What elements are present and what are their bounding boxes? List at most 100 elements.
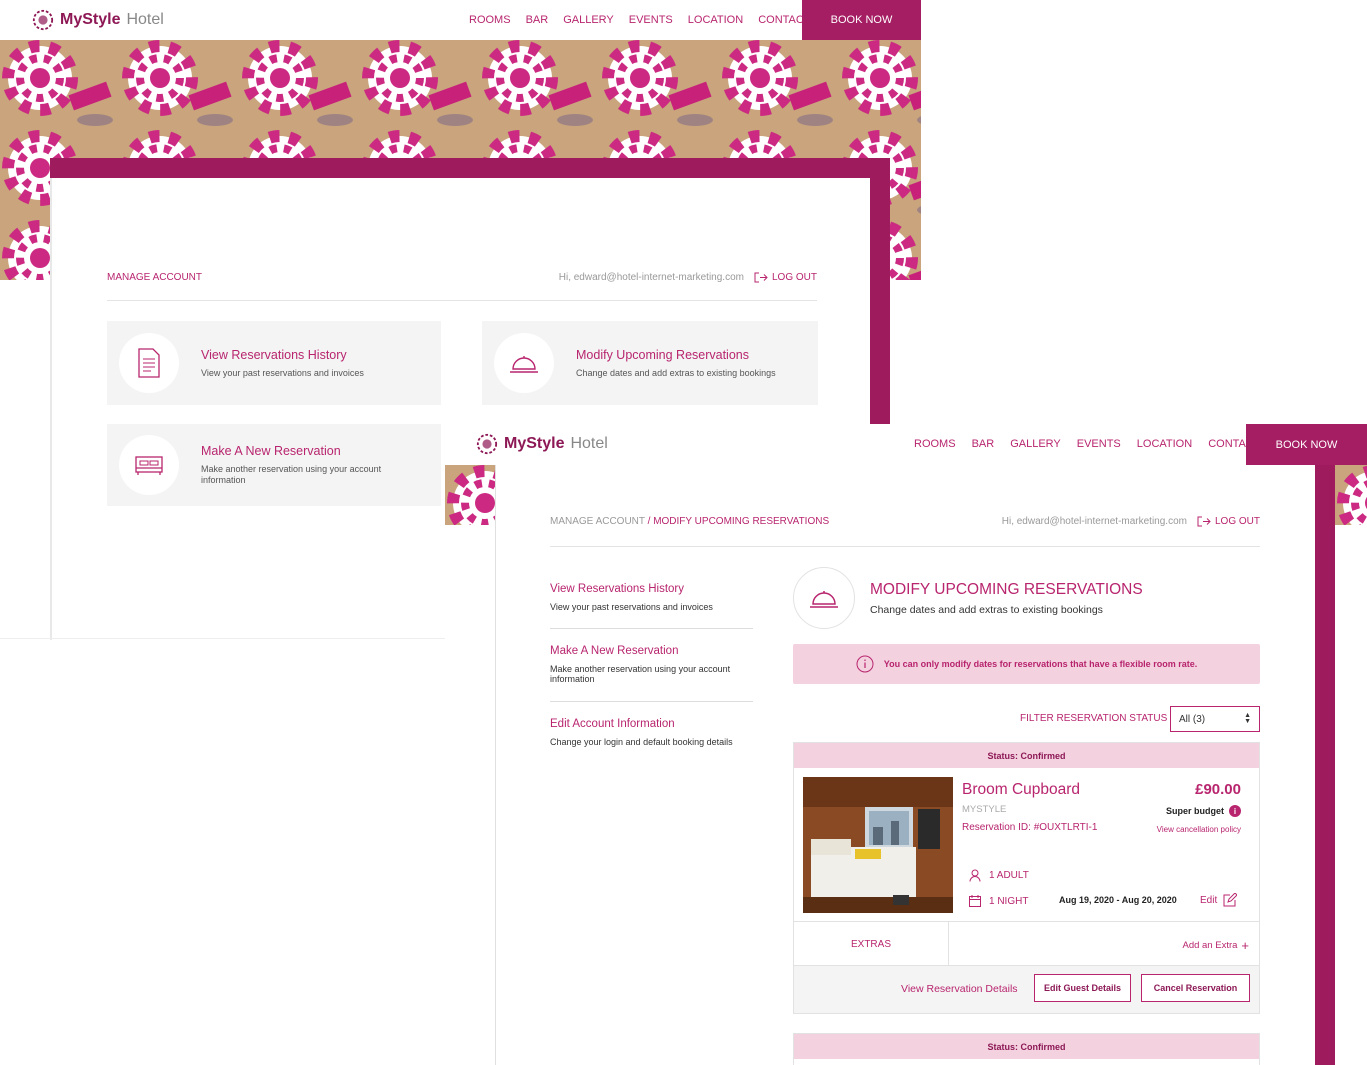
sidebar-item-description: View your past reservations and invoices xyxy=(550,602,713,612)
hotel-logo[interactable]: MyStyle Hotel xyxy=(32,9,164,31)
nav-gallery[interactable]: GALLERY xyxy=(563,14,614,26)
filter-status-select[interactable]: All (3) ▲ ▼ xyxy=(1170,706,1260,732)
hotel-logo[interactable]: MyStyle Hotel xyxy=(476,433,608,455)
nav-bar[interactable]: BAR xyxy=(972,438,995,450)
night-count: 1 NIGHT xyxy=(989,895,1029,907)
sidebar-item-title: Edit Account Information xyxy=(550,718,675,730)
nav-rooms[interactable]: ROOMS xyxy=(469,14,511,26)
edit-guest-button[interactable]: Edit Guest Details xyxy=(1034,974,1131,1002)
card-description: Change dates and add extras to existing … xyxy=(576,367,776,378)
sidebar-item-edit-account[interactable]: Edit Account Information Change your log… xyxy=(550,718,753,747)
extras-label: EXTRAS xyxy=(794,922,949,966)
person-icon xyxy=(969,869,981,882)
card-modify-reservations[interactable]: Modify Upcoming Reservations Change date… xyxy=(482,321,818,405)
brand-name: MyStyle xyxy=(504,435,565,452)
cancel-reservation-button[interactable]: Cancel Reservation xyxy=(1141,974,1250,1002)
frame-accent-right xyxy=(870,158,890,428)
user-greeting: Hi, edward@hotel-internet-marketing.com xyxy=(1001,516,1187,527)
breadcrumb-root[interactable]: MANAGE ACCOUNT xyxy=(550,516,645,527)
status-badge: Status: Confirmed xyxy=(794,743,1259,768)
logout-label: LOG OUT xyxy=(1214,516,1260,527)
nav-gallery[interactable]: GALLERY xyxy=(1010,438,1061,450)
card-view-history[interactable]: View Reservations History View your past… xyxy=(107,321,441,405)
book-now-button[interactable]: BOOK NOW xyxy=(802,0,921,40)
nav-events[interactable]: EVENTS xyxy=(1077,438,1121,450)
hotel-name: MYSTYLE xyxy=(962,804,1007,815)
logout-link[interactable]: LOG OUT xyxy=(754,272,817,283)
brand-suffix: Hotel xyxy=(570,435,608,452)
info-icon[interactable]: i xyxy=(1229,805,1241,817)
nav-rooms[interactable]: ROOMS xyxy=(914,438,956,450)
stay-dates: Aug 19, 2020 - Aug 20, 2020 xyxy=(1059,895,1177,905)
mandala-logo-icon xyxy=(476,433,498,455)
top-nav: MyStyle Hotel ROOMS BAR GALLERY EVENTS L… xyxy=(0,0,921,40)
room-name: Broom Cupboard xyxy=(962,781,1081,798)
reservation-id: Reservation ID: #OUXTLRTI-1 xyxy=(962,822,1098,833)
nights-row: 1 NIGHT xyxy=(969,895,1028,907)
view-details-link[interactable]: View Reservation Details xyxy=(901,983,1018,995)
flexible-rate-notice: You can only modify dates for reservatio… xyxy=(793,644,1260,684)
breadcrumb-separator: / xyxy=(644,516,654,527)
info-icon xyxy=(856,655,874,673)
nav-links: ROOMS BAR GALLERY EVENTS LOCATION CONTAC… xyxy=(469,14,811,26)
calendar-icon xyxy=(969,895,981,907)
hero-beach-image xyxy=(445,465,495,525)
sidebar-item-description: Change your login and default booking de… xyxy=(550,737,733,747)
sidebar-item-history[interactable]: View Reservations History View your past… xyxy=(550,583,753,612)
sidebar-item-title: Make A New Reservation xyxy=(550,645,679,657)
logout-link[interactable]: LOG OUT xyxy=(1197,516,1260,527)
service-bell-icon xyxy=(510,356,538,373)
page-title: MANAGE ACCOUNT xyxy=(107,272,203,283)
breadcrumb: MANAGE ACCOUNT / MODIFY UPCOMING RESERVA… xyxy=(550,516,829,527)
guest-count: 1 ADULT xyxy=(989,870,1029,881)
divider xyxy=(0,638,445,639)
brand-name: MyStyle xyxy=(60,11,121,28)
card-new-reservation[interactable]: Make A New Reservation Make another rese… xyxy=(107,424,441,506)
card-title: Make A New Reservation xyxy=(201,444,341,459)
card-title: View Reservations History xyxy=(201,347,347,362)
reservation-card: Status: Confirmed xyxy=(793,1033,1260,1065)
card-description: View your past reservations and invoices xyxy=(201,367,364,378)
nav-bar[interactable]: BAR xyxy=(526,14,549,26)
nav-location[interactable]: LOCATION xyxy=(688,14,743,26)
divider xyxy=(550,701,753,702)
section-icon xyxy=(793,567,855,629)
logout-label: LOG OUT xyxy=(771,272,817,283)
edit-dates-button[interactable]: Edit xyxy=(1200,893,1238,907)
account-bar: MANAGE ACCOUNT / MODIFY UPCOMING RESERVA… xyxy=(550,516,1260,527)
cancellation-policy-link[interactable]: View cancellation policy xyxy=(1157,825,1241,834)
book-now-button[interactable]: BOOK NOW xyxy=(1246,424,1367,465)
card-description: Make another reservation using your acco… xyxy=(201,464,382,485)
frame-accent-top xyxy=(50,158,890,178)
reservation-card: Status: Confirmed Broom Cupboard MYSTYLE… xyxy=(793,742,1260,1014)
filter-status-value: All (3) xyxy=(1179,713,1206,725)
top-nav: MyStyle Hotel ROOMS BAR GALLERY EVENTS L… xyxy=(445,424,1367,465)
section-title: MODIFY UPCOMING RESERVATIONS xyxy=(870,581,1143,598)
edit-label: Edit xyxy=(1200,894,1218,906)
room-price: £90.00 xyxy=(1195,781,1241,798)
bed-icon xyxy=(135,456,163,475)
room-photo xyxy=(803,777,953,913)
notice-text: You can only modify dates for reservatio… xyxy=(883,659,1198,669)
sidebar-item-new-reservation[interactable]: Make A New Reservation Make another rese… xyxy=(550,645,753,685)
nav-location[interactable]: LOCATION xyxy=(1137,438,1192,450)
nav-events[interactable]: EVENTS xyxy=(629,14,673,26)
frame-accent-right xyxy=(1315,465,1335,1065)
sidebar-item-title: View Reservations History xyxy=(550,583,685,595)
brand-suffix: Hotel xyxy=(126,11,164,28)
card-title: Modify Upcoming Reservations xyxy=(576,347,749,362)
document-icon xyxy=(138,348,160,378)
breadcrumb-current: MODIFY UPCOMING RESERVATIONS xyxy=(653,516,830,527)
guests-row: 1 ADULT xyxy=(969,869,1029,882)
select-arrows-icon: ▲ ▼ xyxy=(1244,712,1251,725)
add-extra-button[interactable]: Add an Extra + xyxy=(1182,938,1249,953)
account-bar: MANAGE ACCOUNT Hi, edward@hotel-internet… xyxy=(107,272,817,283)
extras-row: EXTRAS Add an Extra + xyxy=(794,921,1259,966)
edit-icon xyxy=(1223,893,1238,907)
hero-beach-image xyxy=(1335,465,1367,525)
user-greeting: Hi, edward@hotel-internet-marketing.com xyxy=(558,272,744,283)
section-subtitle: Change dates and add extras to existing … xyxy=(870,604,1103,616)
mandala-logo-icon xyxy=(32,9,54,31)
rate-label: Super budget xyxy=(1166,806,1224,816)
reservation-actions: View Reservation Details Edit Guest Deta… xyxy=(794,965,1259,1013)
